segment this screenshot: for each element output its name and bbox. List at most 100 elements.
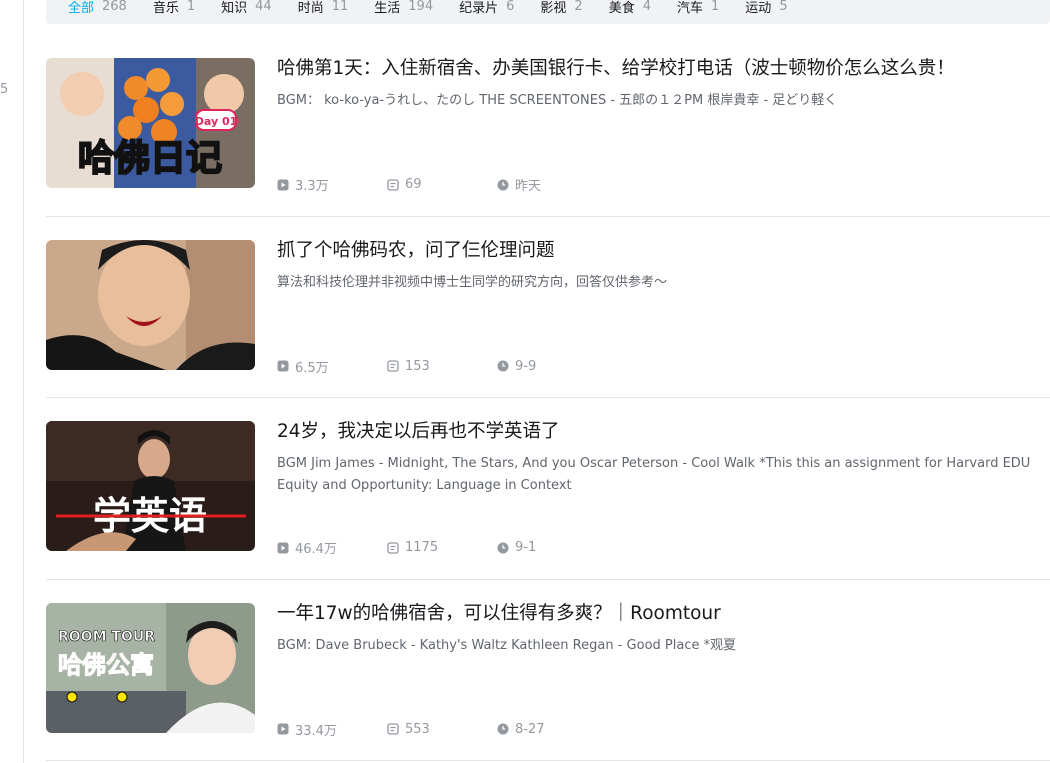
filter-count: 44	[255, 0, 272, 14]
video-title[interactable]: 抓了个哈佛码农，问了仨伦理问题	[277, 237, 1050, 265]
thumbnail-image	[46, 239, 255, 370]
publish-date: 9-1	[497, 540, 607, 555]
danmaku-count-value: 553	[405, 721, 430, 737]
publish-date-value: 昨天	[515, 179, 542, 194]
danmaku-icon	[387, 178, 399, 191]
view-count: 46.4万	[277, 538, 387, 557]
clock-icon	[497, 723, 509, 735]
video-list: Day 01 哈佛日记 哈佛第1天：入住新宿舍、办美国银行卡、给学校打电话（波士…	[46, 35, 1050, 761]
filter-fashion[interactable]: 时尚 11	[298, 0, 349, 16]
filter-label: 时尚	[297, 0, 324, 16]
video-title[interactable]: 24岁，我决定以后再也不学英语了	[277, 418, 1050, 446]
play-icon	[277, 179, 289, 190]
danmaku-count-value: 69	[405, 177, 422, 192]
view-count: 3.3万	[277, 175, 387, 194]
publish-date-value: 9-1	[515, 540, 537, 555]
video-item: 抓了个哈佛码农，问了仨伦理问题 算法和科技伦理并非视频中博士生同学的研究方向，回…	[46, 217, 1050, 398]
filter-life[interactable]: 生活 194	[374, 0, 433, 16]
filter-label: 影视	[540, 0, 567, 16]
filter-label: 知识	[221, 0, 248, 16]
video-thumbnail[interactable]	[46, 239, 255, 370]
clock-icon	[497, 542, 509, 553]
filter-label: 运动	[745, 0, 772, 16]
filter-label: 音乐	[152, 0, 179, 16]
category-filter-bar: 全部 268 音乐 1 知识 44 时尚 11 生活 194 纪录片 6 影视 2 美食 4 汽…	[46, 0, 1050, 24]
video-info: 一年17w的哈佛宿舍，可以住得有多爽？｜Roomtour BGM: Dave B…	[277, 600, 1050, 657]
play-icon	[277, 360, 289, 372]
danmaku-count: 69	[387, 177, 497, 192]
filter-car[interactable]: 汽车 1	[677, 0, 719, 16]
danmaku-count: 553	[387, 722, 497, 737]
filter-count: 1	[711, 0, 720, 14]
video-description: BGM: Dave Brubeck - Kathy's Waltz Kathle…	[277, 637, 737, 653]
filter-sports[interactable]: 运动 5	[745, 0, 787, 16]
view-count-value: 33.4万	[295, 723, 337, 739]
danmaku-count-value: 153	[405, 358, 430, 374]
thumb-badge: Day 01	[195, 115, 238, 128]
filter-count: 4	[642, 0, 651, 14]
view-count: 6.5万	[277, 357, 387, 376]
video-info: 24岁，我决定以后再也不学英语了 BGM Jim James - Midnigh…	[277, 418, 1050, 497]
filter-label: 美食	[608, 0, 635, 16]
filter-count: 1	[186, 0, 196, 14]
view-count-value: 46.4万	[295, 542, 337, 557]
publish-date: 昨天	[497, 175, 607, 194]
publish-date: 9-9	[497, 359, 607, 374]
video-thumbnail[interactable]: Day 01 哈佛日记	[46, 58, 255, 188]
video-info: 哈佛第1天：入住新宿舍、办美国银行卡、给学校打电话（波士顿物价怎么这么贵！ BG…	[277, 55, 1050, 112]
filter-food[interactable]: 美食 4	[609, 0, 651, 16]
thumb-overlay-text: 哈佛日记	[78, 138, 222, 179]
video-item: ROOM TOUR 哈佛公寓 一年17w的哈佛宿舍，可以住得有多爽？｜Roomt…	[46, 580, 1050, 761]
filter-count: 6	[506, 0, 515, 14]
left-rail: 5	[0, 0, 24, 763]
video-meta: 46.4万 1175 9-1	[277, 538, 607, 557]
view-count-value: 6.5万	[295, 360, 329, 376]
danmaku-icon	[387, 723, 399, 735]
filter-count: 194	[408, 0, 434, 14]
danmaku-count-value: 1175	[405, 540, 439, 555]
filter-label: 纪录片	[459, 0, 499, 16]
video-description: BGM Jim James - Midnight, The Stars, And…	[277, 456, 1031, 493]
thumbnail-image: ROOM TOUR 哈佛公寓	[46, 602, 255, 733]
clock-icon	[497, 179, 509, 190]
filter-count: 5	[779, 0, 788, 14]
thumbnail-image: Day 01 哈佛日记	[46, 58, 255, 188]
filter-documentary[interactable]: 纪录片 6	[459, 0, 514, 16]
thumb-badge: ROOM TOUR	[58, 629, 155, 645]
video-item: Day 01 哈佛日记 哈佛第1天：入住新宿舍、办美国银行卡、给学校打电话（波士…	[46, 35, 1050, 217]
video-meta: 6.5万 153 9-9	[277, 357, 607, 376]
video-thumbnail[interactable]: ROOM TOUR 哈佛公寓	[46, 602, 255, 733]
view-count-value: 3.3万	[295, 179, 329, 194]
thumb-overlay-text: 哈佛公寓	[58, 651, 154, 679]
danmaku-count: 153	[387, 359, 497, 374]
thumbnail-image: 学英语	[46, 421, 255, 551]
filter-label: 汽车	[677, 0, 704, 16]
left-rail-text: 5	[0, 82, 9, 97]
danmaku-icon	[387, 360, 399, 372]
filter-music[interactable]: 音乐 1	[153, 0, 195, 16]
filter-knowledge[interactable]: 知识 44	[221, 0, 272, 16]
filter-count: 268	[102, 0, 127, 14]
danmaku-count: 1175	[387, 540, 497, 555]
video-title[interactable]: 哈佛第1天：入住新宿舍、办美国银行卡、给学校打电话（波士顿物价怎么这么贵！	[277, 55, 1050, 83]
publish-date: 8-27	[497, 722, 607, 737]
video-info: 抓了个哈佛码农，问了仨伦理问题 算法和科技伦理并非视频中博士生同学的研究方向，回…	[277, 237, 1050, 294]
video-title[interactable]: 一年17w的哈佛宿舍，可以住得有多爽？｜Roomtour	[277, 600, 1050, 628]
danmaku-icon	[387, 541, 399, 554]
publish-date-value: 8-27	[515, 721, 545, 737]
filter-label: 全部	[68, 0, 95, 16]
video-meta: 3.3万 69 昨天	[277, 175, 607, 194]
video-description: 算法和科技伦理并非视频中博士生同学的研究方向，回答仅供参考～	[277, 274, 668, 290]
video-item: 学英语 24岁，我决定以后再也不学英语了 BGM Jim James - Mid…	[46, 398, 1050, 580]
filter-count: 11	[331, 0, 349, 14]
play-icon	[277, 723, 289, 735]
video-description: BGM： ko-ko-ya-うれし、たのし THE SCREENTONES - …	[277, 93, 838, 108]
video-meta: 33.4万 553 8-27	[277, 720, 607, 739]
filter-film[interactable]: 影视 2	[540, 0, 582, 16]
filter-count: 2	[574, 0, 583, 14]
publish-date-value: 9-9	[515, 358, 537, 374]
filter-label: 生活	[374, 0, 401, 16]
filter-all[interactable]: 全部 268	[68, 0, 127, 16]
video-thumbnail[interactable]: 学英语	[46, 421, 255, 551]
play-icon	[277, 542, 289, 553]
